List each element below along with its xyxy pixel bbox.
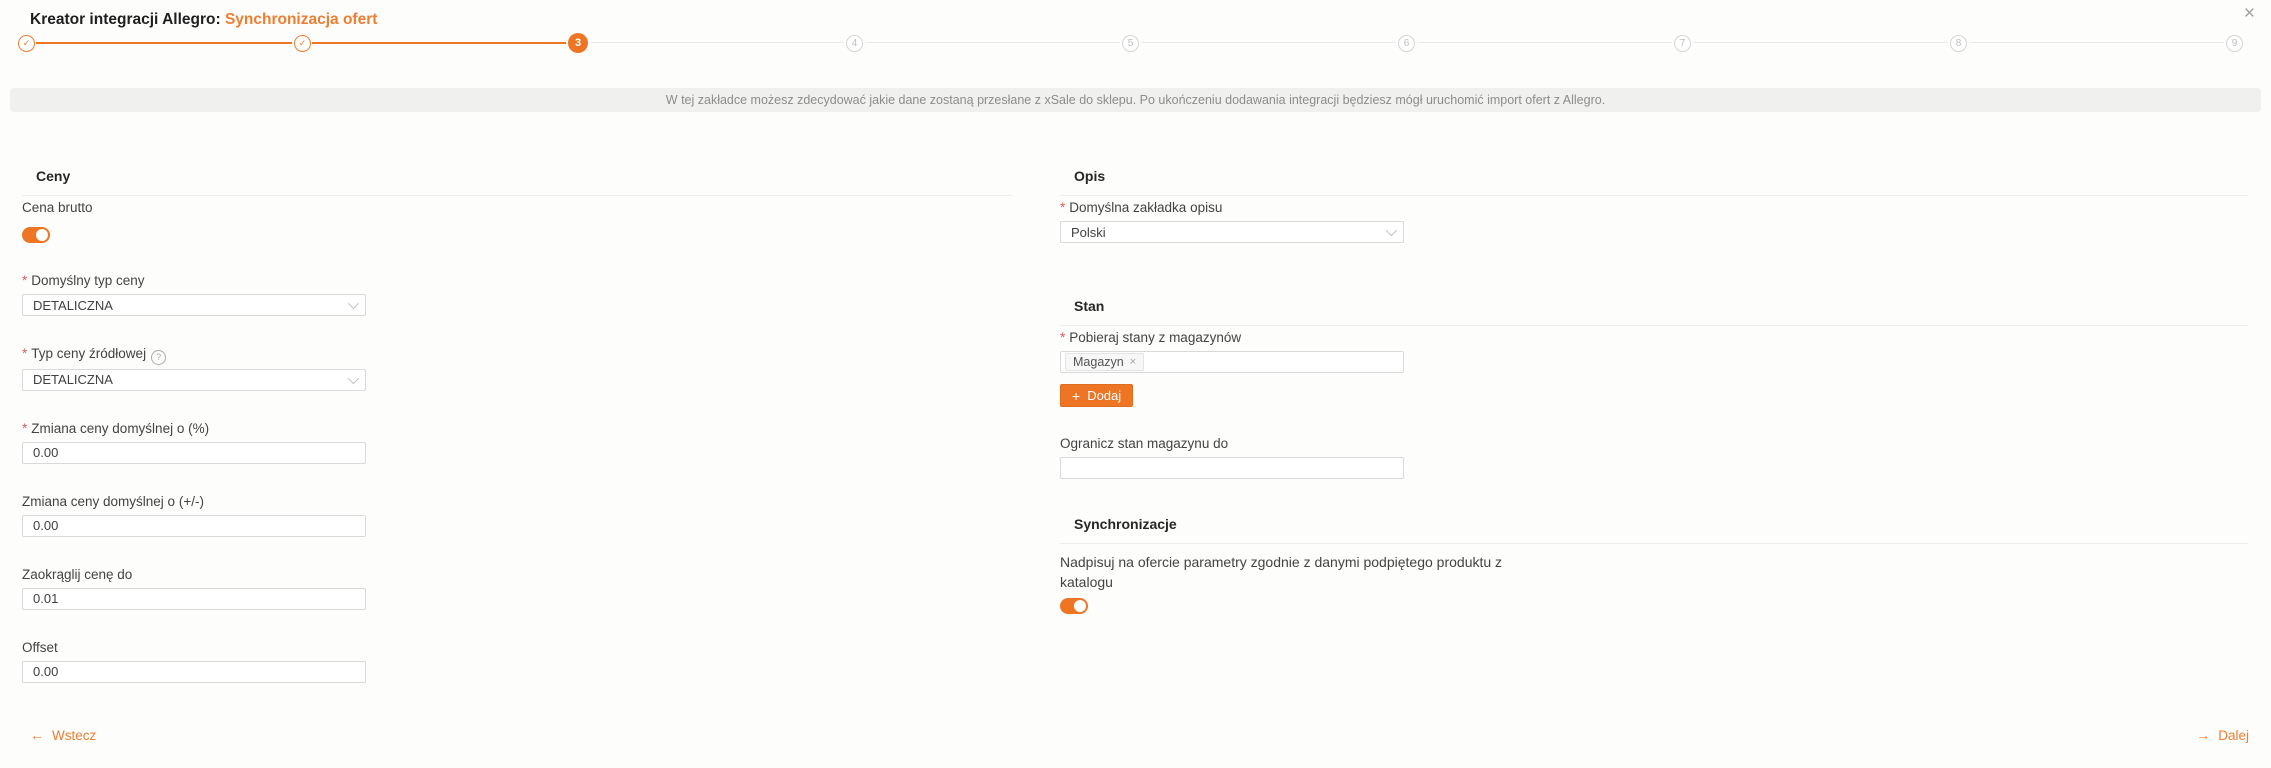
help-icon[interactable]: ?: [151, 350, 166, 365]
typ-ceny-zrodlowej-select[interactable]: DETALICZNA: [22, 369, 366, 391]
field-magazyny: *Pobieraj stany z magazynów Magazyn × + …: [1060, 329, 2248, 407]
step-number: 4: [852, 38, 858, 49]
wizard-steps: ✓ ✓ 3 4 5 6 7 8 9: [0, 0, 2271, 60]
step-2-done[interactable]: ✓: [294, 35, 311, 52]
dodaj-button[interactable]: + Dodaj: [1060, 384, 1133, 407]
step-7: 7: [1674, 35, 1691, 52]
magazyny-multiselect[interactable]: Magazyn ×: [1060, 351, 1404, 373]
chevron-down-icon: [348, 372, 359, 383]
required-mark: *: [1060, 330, 1065, 345]
nadpisuj-label: Nadpisuj na ofercie parametry zgodnie z …: [1060, 552, 1510, 592]
arrow-right-icon: →: [2196, 727, 2210, 743]
step-9: 9: [2226, 35, 2243, 52]
zmiana-plus-minus-label: Zmiana ceny domyślnej o (+/-): [22, 493, 1012, 511]
plus-icon: +: [1072, 389, 1080, 403]
step-connector: [866, 42, 1120, 43]
field-zmiana-plus-minus: Zmiana ceny domyślnej o (+/-): [22, 493, 1012, 537]
section-title-synchronizacje: Synchronizacje: [1060, 513, 2248, 544]
offset-input[interactable]: [22, 661, 366, 683]
column-right: Opis *Domyślna zakładka opisu Polski Sta…: [1060, 165, 2248, 614]
zaokraglij-input[interactable]: [22, 588, 366, 610]
step-connector: [1142, 42, 1396, 43]
domyslny-typ-ceny-select[interactable]: DETALICZNA: [22, 294, 366, 316]
arrow-left-icon: ←: [30, 727, 44, 743]
field-zakladka-opisu: *Domyślna zakładka opisu Polski: [1060, 199, 2248, 243]
domyslny-typ-ceny-label: *Domyślny typ ceny: [22, 272, 1012, 290]
section-title-stan: Stan: [1060, 295, 2248, 326]
select-value: DETALICZNA: [33, 298, 113, 313]
field-typ-ceny-zrodlowej: *Typ ceny źródłowej? DETALICZNA: [22, 345, 1012, 391]
step-number: 3: [575, 37, 581, 49]
info-banner-text: W tej zakładce możesz zdecydować jakie d…: [666, 93, 1605, 107]
field-cena-brutto: Cena brutto: [22, 199, 1012, 243]
step-connector: [590, 42, 844, 43]
field-zmiana-procent: *Zmiana ceny domyślnej o (%): [22, 420, 1012, 464]
step-number: 5: [1128, 38, 1134, 49]
step-number: 9: [2232, 38, 2238, 49]
cena-brutto-label: Cena brutto: [22, 199, 1012, 217]
cena-brutto-toggle[interactable]: [22, 227, 50, 243]
required-mark: *: [22, 273, 27, 288]
zmiana-plus-minus-input[interactable]: [22, 515, 366, 537]
wizard-page: × Kreator integracji Allegro: Synchroniz…: [0, 0, 2271, 768]
zmiana-procent-label: *Zmiana ceny domyślnej o (%): [22, 420, 1012, 438]
check-icon: ✓: [299, 38, 307, 49]
required-mark: *: [22, 421, 27, 436]
ogranicz-stan-input[interactable]: [1060, 457, 1404, 479]
toggle-knob: [36, 229, 48, 241]
step-number: 6: [1404, 38, 1410, 49]
step-connector: [312, 42, 566, 44]
field-zaokraglij: Zaokrąglij cenę do: [22, 566, 1012, 610]
back-label: Wstecz: [52, 728, 96, 743]
info-banner: W tej zakładce możesz zdecydować jakie d…: [10, 88, 2261, 112]
chevron-down-icon: [348, 298, 359, 309]
ogranicz-stan-label: Ogranicz stan magazynu do: [1060, 435, 2248, 453]
step-number: 7: [1680, 38, 1686, 49]
step-connector: [1970, 42, 2224, 43]
step-8: 8: [1950, 35, 1967, 52]
required-mark: *: [1060, 200, 1065, 215]
step-1-done[interactable]: ✓: [18, 35, 35, 52]
magazyn-tag: Magazyn ×: [1065, 353, 1144, 371]
step-connector: [36, 42, 292, 44]
toggle-knob: [1074, 600, 1086, 612]
offset-label: Offset: [22, 639, 1012, 657]
tag-close-icon[interactable]: ×: [1130, 357, 1136, 368]
magazyn-tag-label: Magazyn: [1073, 355, 1124, 369]
chevron-down-icon: [1386, 225, 1397, 236]
step-5: 5: [1122, 35, 1139, 52]
field-offset: Offset: [22, 639, 1012, 683]
section-title-ceny: Ceny: [22, 165, 1012, 196]
zmiana-procent-input[interactable]: [22, 442, 366, 464]
step-4: 4: [846, 35, 863, 52]
select-value: Polski: [1071, 225, 1106, 240]
check-icon: ✓: [23, 38, 31, 49]
step-6: 6: [1398, 35, 1415, 52]
step-connector: [1694, 42, 1948, 43]
step-connector: [1418, 42, 1672, 43]
next-link[interactable]: → Dalej: [2196, 727, 2249, 743]
field-ogranicz-stan: Ogranicz stan magazynu do: [1060, 435, 2248, 479]
zakladka-opisu-label: *Domyślna zakładka opisu: [1060, 199, 2248, 217]
column-prices: Ceny Cena brutto *Domyślny typ ceny DETA…: [22, 165, 1012, 712]
back-link[interactable]: ← Wstecz: [30, 727, 96, 743]
field-domyslny-typ-ceny: *Domyślny typ ceny DETALICZNA: [22, 272, 1012, 316]
step-number: 8: [1956, 38, 1962, 49]
step-3-active[interactable]: 3: [568, 33, 588, 53]
nadpisuj-toggle[interactable]: [1060, 598, 1088, 614]
next-label: Dalej: [2218, 728, 2249, 743]
typ-ceny-zrodlowej-label: *Typ ceny źródłowej?: [22, 345, 1012, 365]
section-title-opis: Opis: [1060, 165, 2248, 196]
dodaj-button-label: Dodaj: [1087, 388, 1121, 403]
required-mark: *: [22, 346, 27, 361]
zakladka-opisu-select[interactable]: Polski: [1060, 221, 1404, 243]
zaokraglij-label: Zaokrąglij cenę do: [22, 566, 1012, 584]
magazyny-label: *Pobieraj stany z magazynów: [1060, 329, 2248, 347]
select-value: DETALICZNA: [33, 372, 113, 387]
